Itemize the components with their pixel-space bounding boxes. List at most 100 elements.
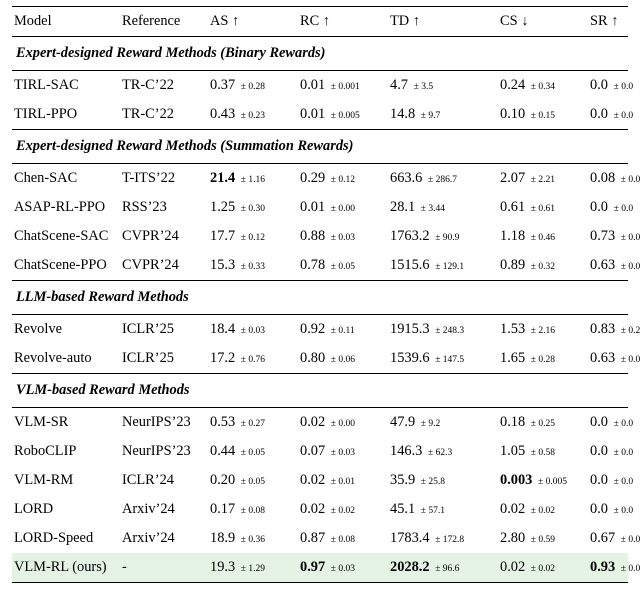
cell-reference: TR-C’22 — [122, 106, 210, 123]
cell-as: 0.53 ± 0.27 — [210, 414, 300, 431]
cell-model: Chen-SAC — [12, 170, 122, 187]
cell-reference: ICLR’25 — [122, 321, 210, 338]
cell-reference: CVPR’24 — [122, 257, 210, 274]
col-rc: RC ↑ — [300, 13, 390, 30]
cell-cs: 0.24 ± 0.34 — [500, 77, 590, 94]
cell-sr: 0.0 ± 0.0 — [590, 199, 640, 216]
cell-rc: 0.02 ± 0.02 — [300, 501, 390, 518]
cell-model: VLM-SR — [12, 414, 122, 431]
cell-td: 35.9 ± 25.8 — [390, 472, 500, 489]
cell-td: 1783.4 ± 172.8 — [390, 530, 500, 547]
cell-model: TIRL-PPO — [12, 106, 122, 123]
cell-reference: - — [122, 559, 210, 576]
section-header: VLM-based Reward Methods — [12, 374, 628, 407]
cell-model: ASAP-RL-PPO — [12, 199, 122, 216]
cell-as: 15.3 ± 0.33 — [210, 257, 300, 274]
table-row: VLM-RL (ours)-19.3 ± 1.290.97 ± 0.032028… — [12, 553, 628, 582]
cell-sr: 0.63 ± 0.05 — [590, 257, 640, 274]
table-row: RoboCLIPNeurIPS’230.44 ± 0.050.07 ± 0.03… — [12, 437, 628, 466]
cell-sr: 0.73 ± 0.05 — [590, 228, 640, 245]
cell-as: 1.25 ± 0.30 — [210, 199, 300, 216]
col-reference: Reference — [122, 13, 210, 30]
cell-sr: 0.0 ± 0.0 — [590, 106, 640, 123]
cell-rc: 0.29 ± 0.12 — [300, 170, 390, 187]
cell-rc: 0.97 ± 0.03 — [300, 559, 390, 576]
cell-as: 17.7 ± 0.12 — [210, 228, 300, 245]
cell-model: VLM-RM — [12, 472, 122, 489]
cell-cs: 2.07 ± 2.21 — [500, 170, 590, 187]
cell-td: 663.6 ± 286.7 — [390, 170, 500, 187]
col-as: AS ↑ — [210, 13, 300, 30]
cell-cs: 0.10 ± 0.15 — [500, 106, 590, 123]
cell-reference: ICLR’24 — [122, 472, 210, 489]
table-row: ChatScene-SACCVPR’2417.7 ± 0.120.88 ± 0.… — [12, 222, 628, 251]
table-row: VLM-RMICLR’240.20 ± 0.050.02 ± 0.0135.9 … — [12, 466, 628, 495]
section-header: Expert-designed Reward Methods (Summatio… — [12, 130, 628, 163]
table-row: ASAP-RL-PPORSS’231.25 ± 0.300.01 ± 0.002… — [12, 193, 628, 222]
col-model: Model — [12, 13, 122, 30]
cell-as: 19.3 ± 1.29 — [210, 559, 300, 576]
cell-model: ChatScene-SAC — [12, 228, 122, 245]
cell-reference: NeurIPS’23 — [122, 414, 210, 431]
cell-cs: 1.05 ± 0.58 — [500, 443, 590, 460]
cell-reference: T-ITS’22 — [122, 170, 210, 187]
cell-as: 0.20 ± 0.05 — [210, 472, 300, 489]
cell-td: 1763.2 ± 90.9 — [390, 228, 500, 245]
table-row: TIRL-PPOTR-C’220.43 ± 0.230.01 ± 0.00514… — [12, 100, 628, 129]
cell-reference: Arxiv’24 — [122, 501, 210, 518]
cell-sr: 0.0 ± 0.0 — [590, 414, 640, 431]
cell-as: 17.2 ± 0.76 — [210, 350, 300, 367]
cell-rc: 0.01 ± 0.00 — [300, 199, 390, 216]
cell-as: 18.4 ± 0.03 — [210, 321, 300, 338]
cell-cs: 0.02 ± 0.02 — [500, 559, 590, 576]
cell-as: 18.9 ± 0.36 — [210, 530, 300, 547]
col-td: TD ↑ — [390, 13, 500, 30]
col-sr: SR ↑ — [590, 13, 640, 30]
cell-sr: 0.08 ± 0.08 — [590, 170, 640, 187]
table-row: Chen-SACT-ITS’2221.4 ± 1.160.29 ± 0.1266… — [12, 164, 628, 193]
cell-rc: 0.92 ± 0.11 — [300, 321, 390, 338]
section-header: LLM-based Reward Methods — [12, 281, 628, 314]
rule-bottom — [12, 582, 628, 583]
cell-as: 21.4 ± 1.16 — [210, 170, 300, 187]
cell-cs: 0.18 ± 0.25 — [500, 414, 590, 431]
cell-cs: 0.02 ± 0.02 — [500, 501, 590, 518]
table-row: TIRL-SACTR-C’220.37 ± 0.280.01 ± 0.0014.… — [12, 71, 628, 100]
cell-rc: 0.02 ± 0.01 — [300, 472, 390, 489]
cell-cs: 0.003 ± 0.005 — [500, 472, 590, 489]
cell-reference: NeurIPS’23 — [122, 443, 210, 460]
cell-td: 47.9 ± 9.2 — [390, 414, 500, 431]
cell-rc: 0.87 ± 0.08 — [300, 530, 390, 547]
cell-rc: 0.88 ± 0.03 — [300, 228, 390, 245]
cell-sr: 0.83 ± 0.24 — [590, 321, 640, 338]
cell-reference: CVPR’24 — [122, 228, 210, 245]
cell-model: Revolve-auto — [12, 350, 122, 367]
cell-td: 14.8 ± 9.7 — [390, 106, 500, 123]
cell-td: 1515.6 ± 129.1 — [390, 257, 500, 274]
table-row: VLM-SRNeurIPS’230.53 ± 0.270.02 ± 0.0047… — [12, 408, 628, 437]
cell-model: Revolve — [12, 321, 122, 338]
cell-cs: 1.65 ± 0.28 — [500, 350, 590, 367]
cell-as: 0.43 ± 0.23 — [210, 106, 300, 123]
table-body: Expert-designed Reward Methods (Binary R… — [12, 37, 628, 582]
cell-td: 45.1 ± 57.1 — [390, 501, 500, 518]
cell-td: 28.1 ± 3.44 — [390, 199, 500, 216]
cell-model: ChatScene-PPO — [12, 257, 122, 274]
cell-cs: 1.53 ± 2.16 — [500, 321, 590, 338]
cell-rc: 0.01 ± 0.001 — [300, 77, 390, 94]
cell-model: LORD — [12, 501, 122, 518]
cell-rc: 0.78 ± 0.05 — [300, 257, 390, 274]
cell-model: VLM-RL (ours) — [12, 559, 122, 576]
cell-td: 146.3 ± 62.3 — [390, 443, 500, 460]
cell-cs: 0.61 ± 0.61 — [500, 199, 590, 216]
cell-sr: 0.63 ± 0.05 — [590, 350, 640, 367]
table-row: Revolve-autoICLR’2517.2 ± 0.760.80 ± 0.0… — [12, 344, 628, 373]
cell-td: 4.7 ± 3.5 — [390, 77, 500, 94]
cell-cs: 2.80 ± 0.59 — [500, 530, 590, 547]
cell-as: 0.44 ± 0.05 — [210, 443, 300, 460]
cell-sr: 0.67 ± 0.05 — [590, 530, 640, 547]
cell-rc: 0.02 ± 0.00 — [300, 414, 390, 431]
col-cs: CS ↓ — [500, 13, 590, 30]
cell-td: 2028.2 ± 96.6 — [390, 559, 500, 576]
cell-td: 1915.3 ± 248.3 — [390, 321, 500, 338]
